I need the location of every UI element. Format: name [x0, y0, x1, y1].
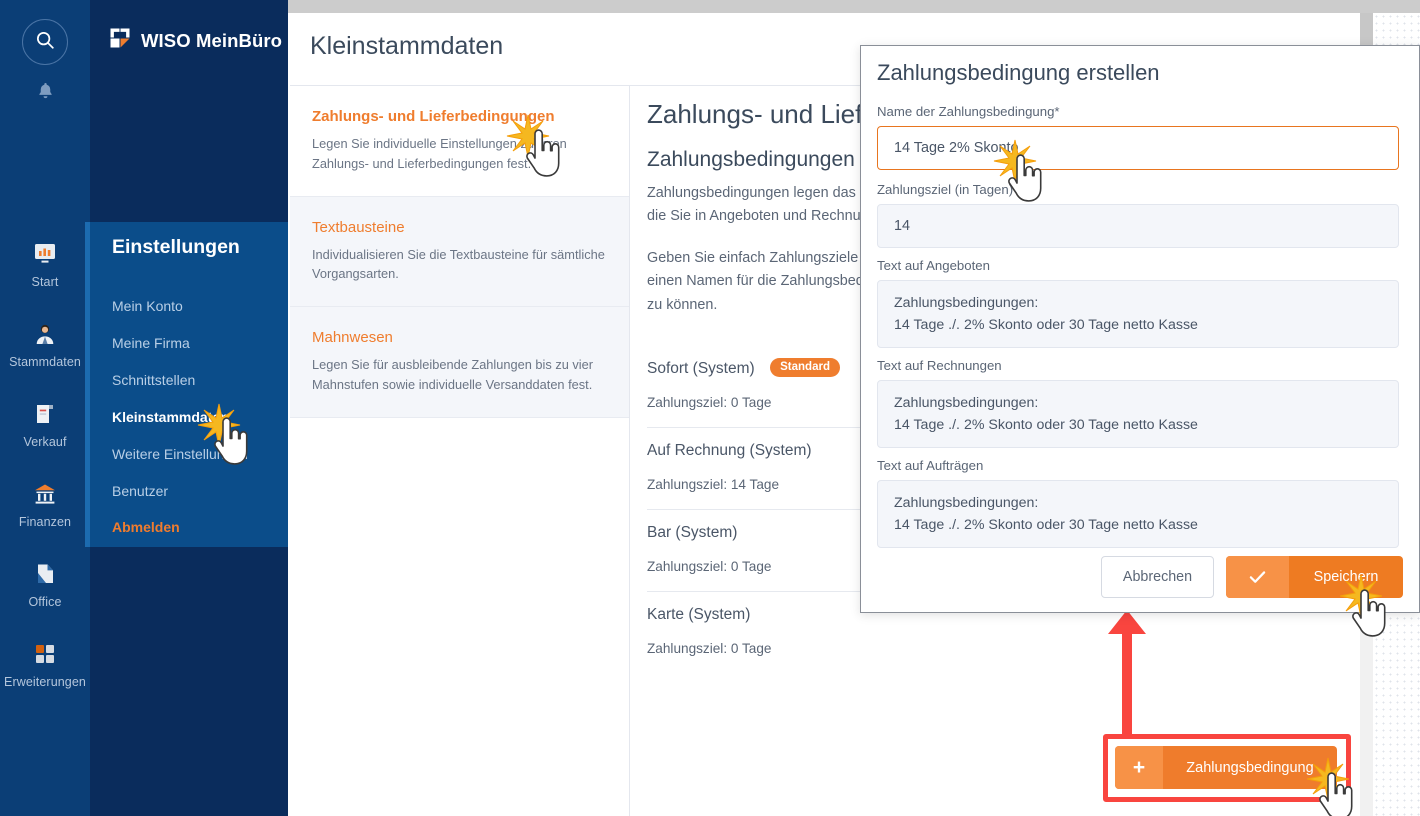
- save-button-label: Speichern: [1313, 569, 1379, 585]
- vertical-scrollbar-thumb[interactable]: [1360, 13, 1373, 46]
- settings-link-meine-firma[interactable]: Meine Firma: [112, 335, 282, 351]
- bank-icon: [30, 479, 60, 509]
- settings-link-schnittstellen[interactable]: Schnittstellen: [112, 372, 282, 388]
- sidebar-item-stammdaten[interactable]: Stammdaten: [0, 315, 90, 395]
- kleinstammdaten-list: Zahlungs- und Lieferbedingungen Legen Si…: [290, 86, 630, 816]
- annotation-arrow-head: [1108, 610, 1146, 634]
- payment-term-name: Auf Rechnung (System): [647, 442, 812, 459]
- add-zahlungsbedingung-button[interactable]: + Zahlungsbedingung: [1115, 746, 1337, 789]
- dialog-title: Zahlungsbedingung erstellen: [877, 60, 1160, 85]
- invoices-textarea[interactable]: Zahlungsbedingungen: 14 Tage ./. 2% Skon…: [877, 380, 1399, 448]
- add-button-label: Zahlungsbedingung: [1186, 759, 1314, 776]
- sidebar-item-start[interactable]: Start: [0, 235, 90, 315]
- settings-title: Einstellungen: [112, 236, 240, 258]
- name-field-label: Name der Zahlungsbedingung*: [877, 104, 1060, 119]
- list-item-title: Zahlungs- und Lieferbedingungen: [312, 108, 555, 125]
- app-root: Start Stammdaten Verkauf Finanzen Office…: [0, 0, 1420, 816]
- page-title: Kleinstammdaten: [310, 32, 504, 60]
- search-icon: [34, 29, 56, 56]
- annotation-arrow-stem: [1122, 628, 1132, 736]
- sidebar-item-label: Start: [31, 275, 59, 289]
- create-payment-term-dialog: Zahlungsbedingung erstellen Name der Zah…: [860, 45, 1420, 613]
- payment-term-goal: Zahlungsziel: 0 Tage: [647, 641, 772, 656]
- content-subheading: Zahlungsbedingungen: [647, 148, 855, 171]
- dialog-form: Name der Zahlungsbedingung* 14 Tage 2% S…: [877, 104, 1405, 548]
- settings-flyout: Einstellungen Mein Konto Meine Firma Sch…: [85, 222, 288, 547]
- logout-link[interactable]: Abmelden: [112, 519, 180, 535]
- list-item-description: Legen Sie für ausbleibende Zahlungen bis…: [312, 357, 594, 393]
- sidebar-item-finanzen[interactable]: Finanzen: [0, 475, 90, 555]
- sidebar-item-label: Stammdaten: [9, 355, 81, 369]
- cancel-button[interactable]: Abbrechen: [1101, 556, 1214, 598]
- offers-textarea[interactable]: Zahlungsbedingungen: 14 Tage ./. 2% Skon…: [877, 280, 1399, 348]
- list-item-zahlungs-lieferbedingungen[interactable]: Zahlungs- und Lieferbedingungen Legen Si…: [290, 86, 629, 197]
- status-badge: Standard: [770, 358, 840, 377]
- sidebar-item-label: Office: [28, 595, 62, 609]
- sidebar-item-label: Finanzen: [18, 515, 72, 529]
- check-icon: [1226, 556, 1289, 598]
- settings-link-kleinstammdaten[interactable]: Kleinstammdaten: [112, 409, 282, 425]
- list-item-title: Mahnwesen: [312, 329, 393, 347]
- orders-textarea[interactable]: Zahlungsbedingungen: 14 Tage ./. 2% Skon…: [877, 480, 1399, 548]
- list-item-description: Individualisieren Sie die Textbausteine …: [312, 246, 605, 282]
- sidebar-item-label: Verkauf: [23, 435, 67, 449]
- brand-name: WISO MeinBüro: [141, 29, 283, 51]
- settings-link-list: Mein Konto Meine Firma Schnittstellen Kl…: [112, 298, 282, 520]
- settings-link-mein-konto[interactable]: Mein Konto: [112, 298, 282, 314]
- sidebar-item-label: Erweiterungen: [4, 675, 86, 689]
- bell-icon: [36, 80, 55, 106]
- payment-term-name: Karte (System): [647, 606, 751, 623]
- list-item-textbausteine[interactable]: Textbausteine Individualisieren Sie die …: [290, 196, 629, 308]
- offers-text-label: Text auf Angeboten: [877, 258, 990, 273]
- invoices-text-label: Text auf Rechnungen: [877, 358, 1002, 373]
- receipt-icon: [30, 399, 60, 429]
- list-item-description: Legen Sie individuelle Einstellungen zu …: [312, 136, 567, 171]
- name-input[interactable]: 14 Tage 2% Skonto: [877, 126, 1399, 170]
- sidebar-item-office[interactable]: Office: [0, 555, 90, 635]
- person-icon: [30, 319, 60, 349]
- settings-link-benutzer[interactable]: Benutzer: [112, 483, 282, 499]
- dialog-actions: Abbrechen Speichern: [1101, 556, 1403, 598]
- sidebar-item-verkauf[interactable]: Verkauf: [0, 395, 90, 475]
- goal-input[interactable]: 14: [877, 204, 1399, 248]
- brand-logo[interactable]: WISO MeinBüro: [108, 26, 282, 55]
- orders-text-label: Text auf Aufträgen: [877, 458, 984, 473]
- save-button[interactable]: Speichern: [1226, 556, 1403, 598]
- payment-term-name: Bar (System): [647, 524, 738, 541]
- chart-bars-icon: [30, 239, 60, 269]
- search-button[interactable]: [22, 19, 68, 65]
- settings-link-weitere-einstellungen[interactable]: Weitere Einstellungen: [112, 446, 282, 462]
- notifications-button[interactable]: [32, 80, 58, 106]
- sidebar-item-erweiterungen[interactable]: Erweiterungen: [0, 635, 90, 715]
- payment-term-name: Sofort (System): [647, 360, 755, 377]
- goal-field-label: Zahlungsziel (in Tagen)*: [877, 182, 1019, 197]
- rail-item-list: Start Stammdaten Verkauf Finanzen Office…: [0, 235, 90, 715]
- list-item-mahnwesen[interactable]: Mahnwesen Legen Sie für ausbleibende Zah…: [290, 307, 629, 418]
- list-item-title: Textbausteine: [312, 218, 405, 236]
- plus-icon: +: [1115, 746, 1163, 789]
- four-squares-icon: [30, 639, 60, 669]
- pinwheel-logo-icon: [108, 26, 132, 55]
- document-icon: [30, 559, 60, 589]
- icon-rail: Start Stammdaten Verkauf Finanzen Office…: [0, 0, 90, 816]
